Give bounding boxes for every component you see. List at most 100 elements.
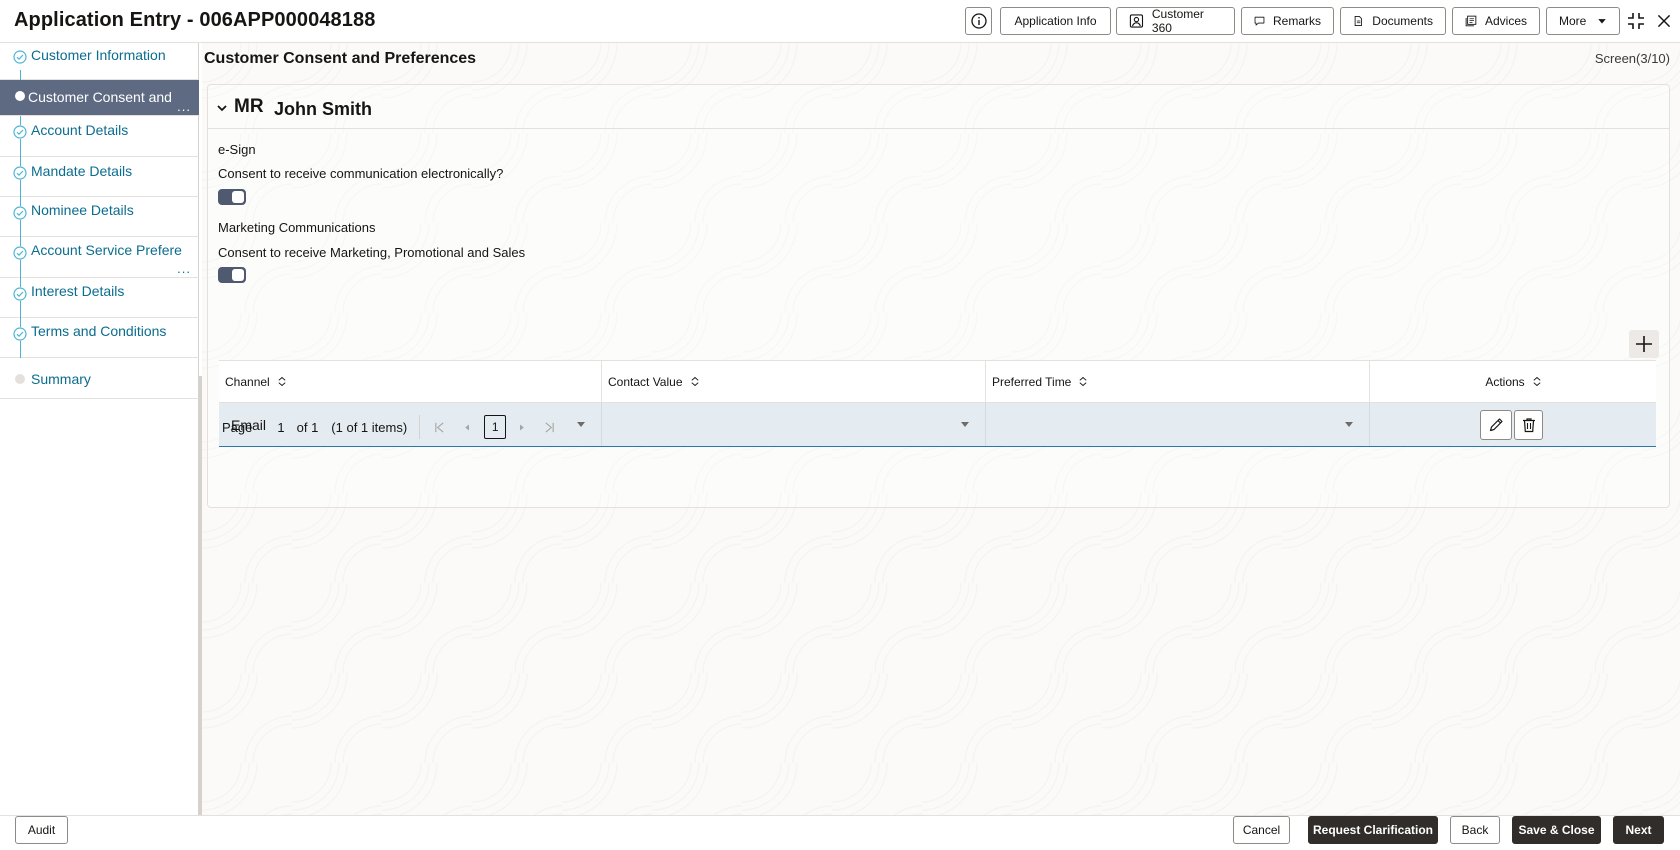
trash-icon [1522,418,1535,433]
remarks-label: Remarks [1272,14,1321,28]
sidebar-item-label: Account Service Prefere [31,242,182,258]
step-connector [20,116,21,125]
step-connector [20,180,21,197]
customer-section-header: MR John Smith [208,85,1669,129]
sidebar-item-label: Customer Information [31,47,166,63]
contact-value-select[interactable] [608,410,979,440]
step-connector [20,318,21,327]
next-button[interactable]: Next [1613,816,1664,844]
advices-button[interactable]: Advices [1452,7,1540,35]
customer-name: John Smith [274,99,372,119]
comment-icon [1254,16,1265,26]
sidebar-item-account-service-preferences[interactable]: Account Service Prefere ... [0,237,199,278]
sidebar-item-nominee-details[interactable]: Nominee Details [0,197,199,237]
sidebar-item-mandate-details[interactable]: Mandate Details [0,157,199,197]
page-label: Page [222,419,253,435]
column-header-contact-value[interactable]: Contact Value [602,361,986,402]
sidebar-item-label: Account Details [31,122,129,138]
sort-icon [690,376,699,387]
step-connector [20,260,21,278]
close-icon[interactable] [1653,10,1675,32]
edit-row-button[interactable] [1480,410,1512,440]
sidebar-item-customer-consent[interactable]: Customer Consent and ... [0,80,199,116]
chevron-down-icon[interactable] [216,102,228,114]
esign-consent-toggle[interactable] [218,189,246,205]
esign-section-label: e-Sign [218,142,256,157]
column-header-label: Channel [225,374,270,389]
marketing-section-label: Marketing Communications [218,220,376,235]
items-count-label: (1 of 1 items) [331,419,408,435]
sort-icon [278,376,286,387]
sidebar-item-label: Mandate Details [31,163,133,179]
cancel-button[interactable]: Cancel [1233,816,1290,844]
current-page-button[interactable]: 1 [484,415,507,439]
column-header-preferred-time[interactable]: Preferred Time [986,361,1370,402]
info-button[interactable] [965,7,992,35]
person-card-icon [1129,14,1144,28]
customer-salutation: MR [234,96,264,117]
check-circle-icon [13,206,27,220]
column-header-label: Contact Value [608,374,683,389]
info-icon [970,13,987,29]
caret-down-icon [1345,422,1353,427]
check-circle-icon [13,287,27,301]
step-connector [20,197,21,206]
sidebar-item-summary[interactable]: Summary [0,358,199,399]
step-connector [20,301,21,318]
sidebar-item-label: Summary [31,371,91,387]
audit-button[interactable]: Audit [15,816,68,844]
column-header-channel[interactable]: Channel [219,361,602,402]
current-step-dot [15,91,25,101]
sidebar-item-label: Interest Details [31,283,125,299]
sidebar-item-terms-and-conditions[interactable]: Terms and Conditions [0,318,199,358]
marketing-consent-toggle[interactable] [218,267,246,283]
step-connector [20,220,21,237]
main-content: Customer Consent and Preferences Screen(… [202,43,1680,815]
table-pagination: Page 1 of 1 (1 of 1 items) 1 [222,414,558,440]
add-row-button[interactable] [1629,330,1659,358]
more-label: More [1559,14,1587,28]
last-page-icon[interactable] [540,418,558,436]
save-and-close-button[interactable]: Save & Close [1512,816,1601,844]
app-window: Application Entry - 006APP000048188 Appl… [0,0,1680,850]
documents-label: Documents [1372,14,1433,28]
sidebar-item-account-details[interactable]: Account Details [0,116,199,157]
application-info-label: Application Info [1014,14,1097,28]
more-dropdown[interactable]: More [1546,7,1620,35]
esign-consent-label: Consent to receive communication electro… [218,166,504,181]
back-button[interactable]: Back [1450,816,1500,844]
remarks-button[interactable]: Remarks [1241,7,1334,35]
preferred-time-select[interactable] [992,410,1363,440]
collapse-icon[interactable] [1625,10,1647,32]
pager-divider [419,415,421,439]
customer-360-button[interactable]: Customer 360 [1116,7,1235,35]
toggle-knob [232,269,244,281]
train-stop-sidebar: Customer Information Customer Consent an… [0,43,199,815]
check-circle-icon [13,327,27,341]
first-page-icon[interactable] [430,418,448,436]
request-clarification-button[interactable]: Request Clarification [1308,816,1438,844]
page-title: Customer Consent and Preferences [204,50,477,67]
toggle-knob [232,191,244,203]
ellipsis-icon: ... [177,99,191,114]
page-total-label: of 1 [296,419,319,435]
marketing-consent-label: Consent to receive Marketing, Promotiona… [218,245,526,260]
application-info-button[interactable]: Application Info [1000,7,1111,35]
step-connector [20,237,21,246]
column-header-label: Preferred Time [992,374,1072,389]
sidebar-item-customer-information[interactable]: Customer Information [0,43,199,80]
documents-button[interactable]: Documents [1340,7,1446,35]
screen-indicator: Screen(3/10) [1594,51,1670,66]
column-header-actions[interactable]: Actions [1370,361,1656,402]
customer-consent-panel: MR John Smith e-Sign Consent to receive … [207,84,1670,508]
delete-row-button[interactable] [1514,410,1543,440]
column-header-label: Actions [1485,374,1525,389]
previous-page-icon[interactable] [458,418,476,436]
next-page-icon[interactable] [512,418,530,436]
step-connector [20,139,21,157]
step-connector [20,70,21,80]
documents-icon [1354,15,1362,27]
page-number-input[interactable]: 1 [277,420,284,435]
sidebar-item-interest-details[interactable]: Interest Details [0,278,199,318]
check-circle-icon [13,246,27,260]
